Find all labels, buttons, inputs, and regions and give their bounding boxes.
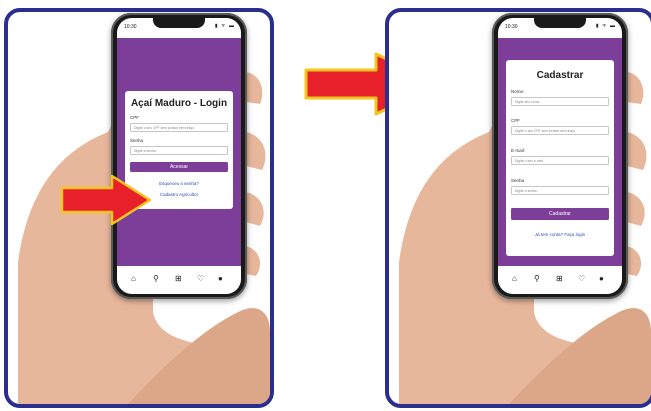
phone-notch xyxy=(153,18,205,28)
bottom-nav: ⌂ ⚲ ⊞ ♡ ● xyxy=(117,266,241,294)
phone-device: 10:30 ▮ ᯤ ▬ Açaí Maduro - Login CPF Digi… xyxy=(111,13,247,299)
home-icon[interactable]: ⌂ xyxy=(131,275,136,283)
search-icon[interactable]: ⚲ xyxy=(153,275,159,283)
search-icon[interactable]: ⚲ xyxy=(534,275,540,283)
acessar-button[interactable]: Acessar xyxy=(130,162,228,172)
senha-label: Senha xyxy=(130,138,144,143)
login-title: Açaí Maduro - Login xyxy=(130,98,228,109)
cpf-input[interactable]: Digite o seu CPF sem pontos nem traço xyxy=(511,126,609,135)
senha-input[interactable]: Digite a senha xyxy=(130,146,228,155)
cadastrar-button[interactable]: Cadastrar xyxy=(511,208,609,220)
heart-icon[interactable]: ♡ xyxy=(578,275,585,283)
phone-screen: 10:30 ▮ ᯤ ▬ Açaí Maduro - Login CPF Digi… xyxy=(117,18,241,294)
right-panel: 10:30 ▮ ᯤ ▬ Cadastrar Nome: Digite seu n… xyxy=(385,8,651,408)
register-card: Cadastrar Nome: Digite seu nome CPF Digi… xyxy=(506,60,614,256)
nome-label: Nome: xyxy=(511,89,525,94)
phone-notch xyxy=(534,18,586,28)
email-label: E-mail: xyxy=(511,148,526,153)
login-link[interactable]: Já tem conta? Faça login xyxy=(506,232,614,237)
callout-arrow-icon xyxy=(60,174,152,226)
email-input[interactable]: Digite o seu e-mail xyxy=(511,156,609,165)
status-icons: ▮ ᯤ ▬ xyxy=(214,23,235,29)
phone-device: 10:30 ▮ ᯤ ▬ Cadastrar Nome: Digite seu n… xyxy=(492,13,628,299)
status-bar: 10:30 ▮ ᯤ ▬ xyxy=(117,18,241,38)
home-icon[interactable]: ⌂ xyxy=(512,275,517,283)
add-icon[interactable]: ⊞ xyxy=(556,275,563,283)
cpf-label: CPF xyxy=(511,118,520,123)
bottom-nav: ⌂ ⚲ ⊞ ♡ ● xyxy=(498,266,622,294)
profile-icon[interactable]: ● xyxy=(218,275,223,283)
heart-icon[interactable]: ♡ xyxy=(197,275,204,283)
senha-label: Senha xyxy=(511,178,525,183)
nome-input[interactable]: Digite seu nome xyxy=(511,97,609,106)
status-time: 10:30 xyxy=(505,24,518,30)
senha-input[interactable]: Digite a senha xyxy=(511,186,609,195)
phone-screen: 10:30 ▮ ᯤ ▬ Cadastrar Nome: Digite seu n… xyxy=(498,18,622,294)
cpf-input[interactable]: Digite o seu CPF sem pontos nem traço xyxy=(130,123,228,132)
status-icons: ▮ ᯤ ▬ xyxy=(595,23,616,29)
cpf-label: CPF xyxy=(130,115,139,120)
status-time: 10:30 xyxy=(124,24,137,30)
add-icon[interactable]: ⊞ xyxy=(175,275,182,283)
profile-icon[interactable]: ● xyxy=(599,275,604,283)
status-bar: 10:30 ▮ ᯤ ▬ xyxy=(498,18,622,38)
register-title: Cadastrar xyxy=(536,70,584,81)
left-panel: 10:30 ▮ ᯤ ▬ Açaí Maduro - Login CPF Digi… xyxy=(4,8,274,408)
